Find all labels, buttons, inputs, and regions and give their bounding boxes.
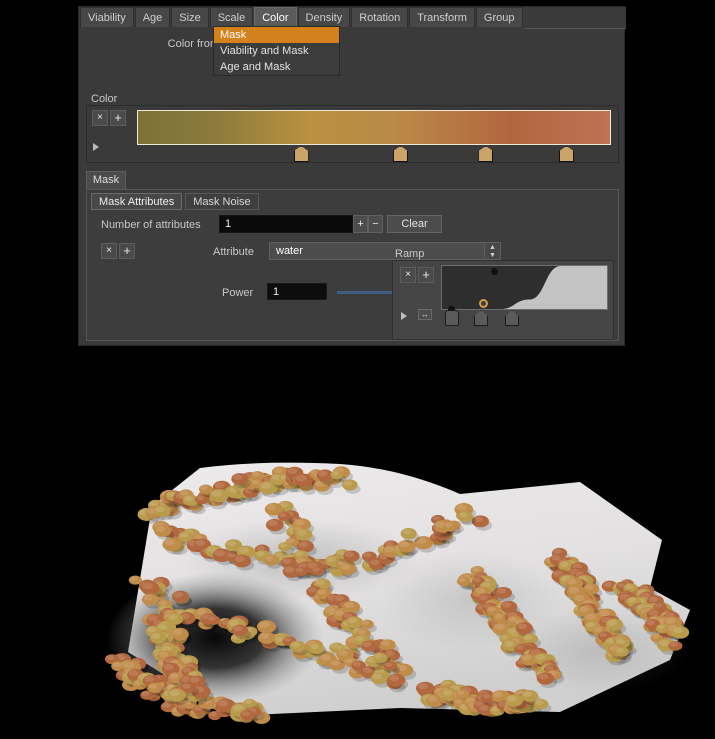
color-ramp-add-button[interactable]: +: [110, 110, 126, 126]
tab-group[interactable]: Group: [475, 7, 523, 27]
ramp-handle-2[interactable]: [474, 310, 488, 326]
color-gradient-bar[interactable]: [137, 110, 611, 145]
ramp-fit-icon[interactable]: ↔: [418, 309, 432, 320]
subtab-mask-attributes[interactable]: Mask Attributes: [91, 193, 183, 210]
tab-strip-filler: [523, 7, 626, 29]
power-label: Power: [222, 287, 254, 299]
clear-button[interactable]: Clear: [387, 215, 442, 233]
color-gradient-stop-2[interactable]: [393, 146, 409, 162]
mask-subtab-strip: Mask Attributes Mask Noise: [91, 193, 262, 210]
ramp-expand-triangle-icon[interactable]: [401, 312, 407, 320]
number-of-attributes-row: Number of attributes 1 + − Clear: [87, 215, 620, 237]
color-from-dropdown-list[interactable]: Mask Viability and Mask Age and Mask: [213, 26, 340, 76]
number-of-attributes-label: Number of attributes: [101, 219, 201, 231]
number-of-attributes-value: 1: [225, 218, 232, 230]
color-section-label: Color: [91, 93, 118, 105]
ramp-control-point-mid-selected[interactable]: [479, 299, 488, 308]
mask-ramp-widget: × + ↔: [392, 260, 614, 340]
tab-rotation[interactable]: Rotation: [351, 7, 409, 27]
number-of-attributes-increment-button[interactable]: +: [353, 215, 368, 233]
tab-scale[interactable]: Scale: [209, 7, 254, 27]
dropdown-option-viability-and-mask[interactable]: Viability and Mask: [214, 43, 339, 59]
color-gradient-stop-4[interactable]: [558, 146, 574, 162]
subtab-mask-noise[interactable]: Mask Noise: [185, 193, 259, 210]
tab-age[interactable]: Age: [134, 7, 171, 27]
color-gradient-stop-3[interactable]: [478, 146, 494, 162]
power-value: 1: [273, 286, 280, 298]
expand-triangle-icon[interactable]: [93, 143, 99, 151]
attribute-combobox[interactable]: water ▲ ▼: [269, 242, 501, 260]
ramp-add-button[interactable]: +: [418, 267, 434, 283]
dropdown-option-mask[interactable]: Mask: [214, 27, 339, 43]
color-from-label: Color from: [167, 38, 219, 50]
ramp-section-label: Ramp: [395, 248, 425, 260]
color-gradient-stop-1[interactable]: [293, 146, 309, 162]
attribute-add-button[interactable]: +: [119, 243, 135, 259]
number-of-attributes-input[interactable]: 1: [219, 215, 353, 233]
ramp-remove-button[interactable]: ×: [400, 267, 416, 283]
ramp-control-point-top[interactable]: [491, 268, 498, 275]
terrain-render: [0, 360, 715, 739]
mask-group-pane: Mask Attributes Mask Noise Number of att…: [86, 189, 619, 341]
ramp-handle-3[interactable]: [505, 310, 519, 326]
tab-transform[interactable]: Transform: [409, 7, 475, 27]
color-ramp-widget: × +: [86, 105, 619, 163]
ramp-handle-1[interactable]: [445, 310, 459, 326]
ramp-curve-canvas[interactable]: [441, 265, 608, 310]
ramp-curve-svg: [442, 266, 607, 309]
3d-render-viewport[interactable]: [0, 360, 715, 739]
app-root: Viability Age Size Scale Color Density R…: [0, 0, 715, 739]
attribute-remove-button[interactable]: ×: [101, 243, 117, 259]
tab-color[interactable]: Color: [254, 7, 297, 27]
tab-size[interactable]: Size: [171, 7, 209, 27]
attribute-value: water: [276, 245, 303, 257]
power-input[interactable]: 1: [267, 283, 327, 300]
tab-viability[interactable]: Viability: [80, 7, 134, 27]
number-of-attributes-decrement-button[interactable]: −: [368, 215, 383, 233]
tab-density[interactable]: Density: [297, 7, 351, 27]
color-from-row: Color from Mask ▲▼: [79, 35, 626, 57]
dropdown-option-age-and-mask[interactable]: Age and Mask: [214, 59, 339, 75]
attribute-label: Attribute: [213, 246, 254, 258]
power-slider-track[interactable]: [337, 291, 399, 294]
mask-group-tab[interactable]: Mask: [86, 171, 126, 189]
parameter-panel: Viability Age Size Scale Color Density R…: [78, 6, 626, 346]
parameter-tab-strip: Viability Age Size Scale Color Density R…: [79, 7, 626, 29]
spinner-updown-icon[interactable]: ▲ ▼: [484, 243, 500, 259]
color-ramp-remove-button[interactable]: ×: [92, 110, 108, 126]
